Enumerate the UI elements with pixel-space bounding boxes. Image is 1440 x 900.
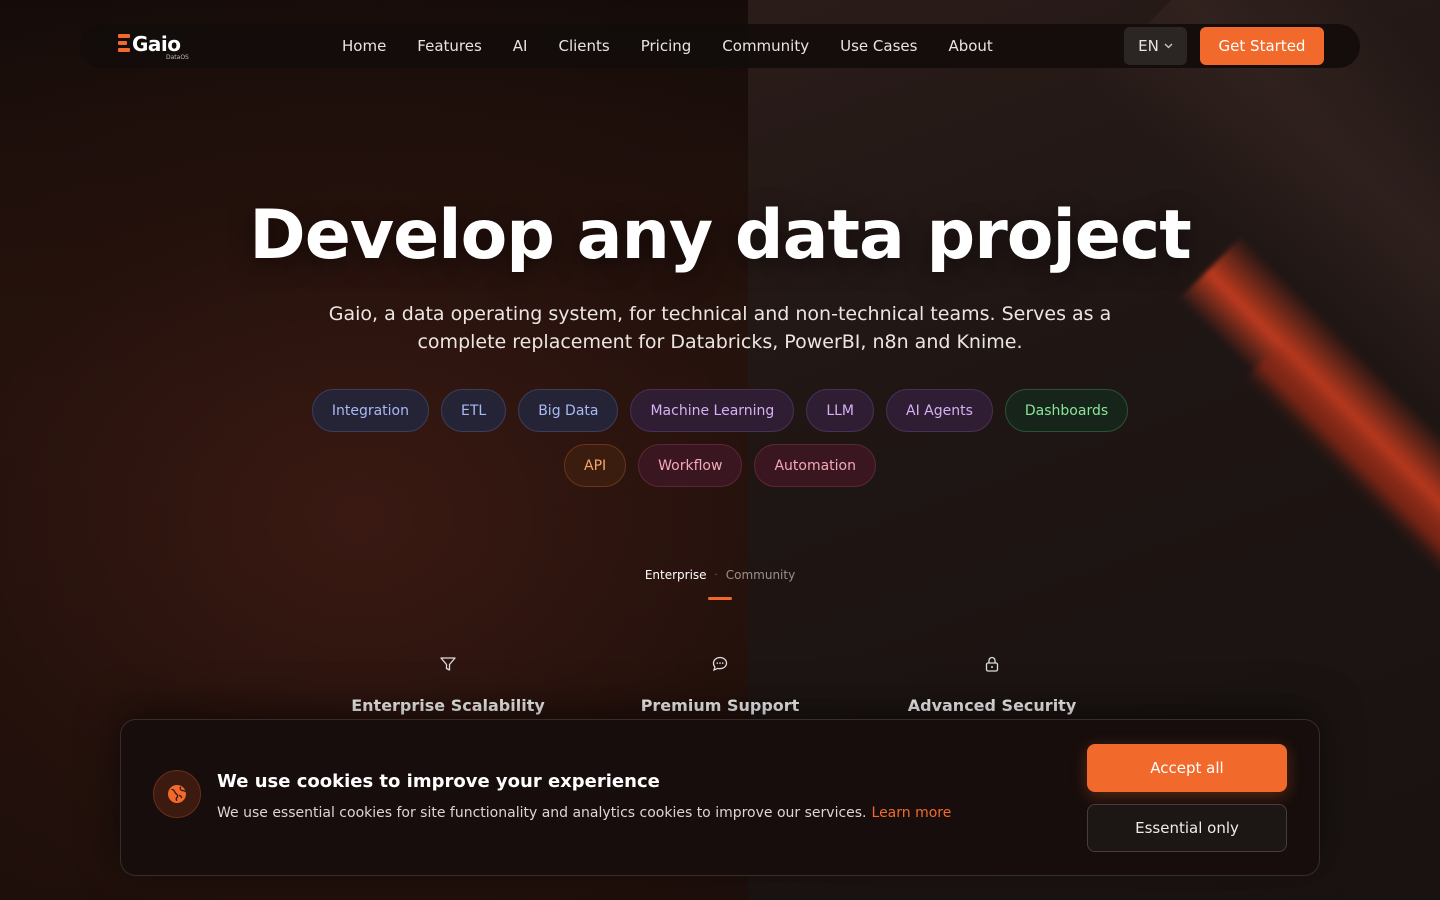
nav-links: Home Features AI Clients Pricing Communi… [342, 24, 1024, 68]
learn-more-link[interactable]: Learn more [872, 805, 952, 821]
accept-all-button[interactable]: Accept all [1087, 744, 1287, 792]
nav-link-features[interactable]: Features [417, 37, 482, 55]
tag-integration[interactable]: Integration [311, 389, 429, 432]
hero-subtitle: Gaio, a data operating system, for techn… [328, 303, 1112, 353]
tag-etl[interactable]: ETL [441, 389, 507, 432]
nav-link-use-cases[interactable]: Use Cases [840, 37, 917, 55]
logo-mark-icon [118, 34, 130, 54]
nav-link-pricing[interactable]: Pricing [641, 37, 692, 55]
nav-link-home[interactable]: Home [342, 37, 386, 55]
nav-link-clients[interactable]: Clients [558, 37, 609, 55]
edition-switcher: Enterprise · Community [0, 568, 1440, 582]
cookie-title: We use cookies to improve your experienc… [217, 771, 660, 792]
hero-title: Develop any data project [249, 196, 1191, 275]
cookie-description: We use essential cookies for site functi… [217, 805, 951, 821]
globe-icon [153, 770, 201, 818]
edition-tab-enterprise[interactable]: Enterprise [645, 568, 707, 582]
language-label: EN [1138, 37, 1159, 55]
nav-link-ai[interactable]: AI [513, 37, 528, 55]
nav-link-about[interactable]: About [948, 37, 992, 55]
logo[interactable]: Gaio DataOS [118, 32, 194, 62]
cookie-description-text: We use essential cookies for site functi… [217, 805, 867, 821]
tag-workflow[interactable]: Workflow [638, 444, 743, 487]
funnel-icon [328, 655, 568, 675]
feature-label: Premium Support [640, 696, 800, 715]
edition-tab-community[interactable]: Community [726, 568, 795, 582]
nav-link-community[interactable]: Community [722, 37, 809, 55]
essential-only-button[interactable]: Essential only [1087, 804, 1287, 852]
tags-row: Integration ETL Big Data Machine Learnin… [0, 389, 1440, 432]
tag-ai-agents[interactable]: AI Agents [886, 389, 993, 432]
feature-premium-support: Premium Support [600, 655, 840, 715]
lock-icon [872, 655, 1112, 675]
tag-machine-learning[interactable]: Machine Learning [630, 389, 795, 432]
chat-bubble-icon [600, 655, 840, 675]
logo-text: Gaio [132, 32, 181, 56]
separator-dot: · [714, 569, 718, 581]
chevron-down-icon [1164, 41, 1173, 52]
tag-llm[interactable]: LLM [806, 389, 874, 432]
language-selector[interactable]: EN [1124, 27, 1187, 65]
tag-dashboards[interactable]: Dashboards [1004, 389, 1129, 432]
edition-active-indicator [708, 597, 732, 600]
feature-advanced-security: Advanced Security [872, 655, 1112, 715]
feature-enterprise-scalability: Enterprise Scalability [328, 655, 568, 715]
get-started-button[interactable]: Get Started [1200, 27, 1324, 65]
cookie-banner: We use cookies to improve your experienc… [120, 719, 1320, 876]
tag-api[interactable]: API [564, 444, 627, 487]
tags-row: API Workflow Automation [0, 444, 1440, 487]
top-navbar: Gaio DataOS Home Features AI Clients Pri… [80, 24, 1360, 68]
tag-automation[interactable]: Automation [754, 444, 876, 487]
tag-big-data[interactable]: Big Data [518, 389, 619, 432]
feature-label: Enterprise Scalability [351, 696, 545, 715]
feature-label: Advanced Security [907, 696, 1077, 715]
logo-subtext: DataOS [166, 54, 189, 61]
